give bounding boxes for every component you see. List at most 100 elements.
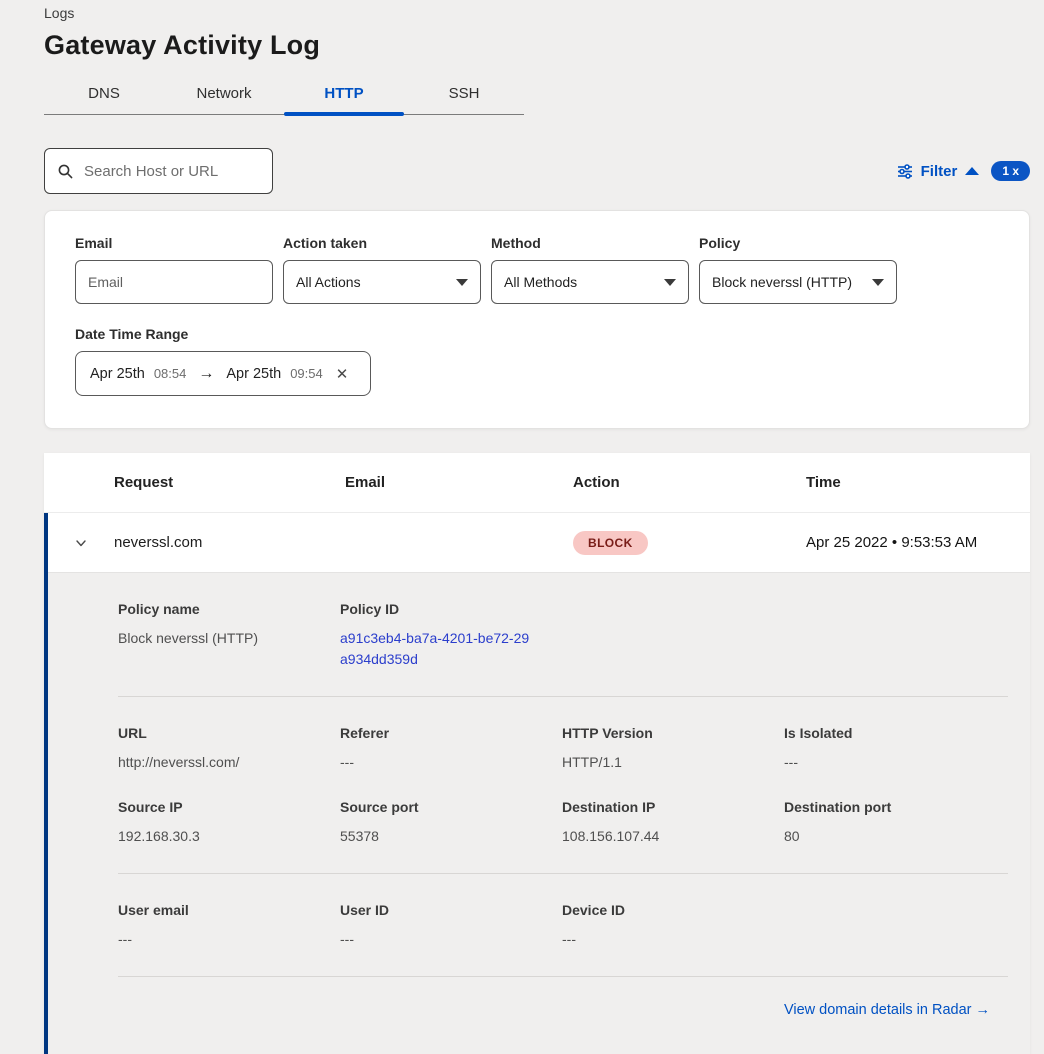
column-header-email: Email [345,474,573,491]
user-email-value: --- [118,929,340,950]
policy-name-value: Block neverssl (HTTP) [118,628,340,649]
policy-value: Block neverssl (HTTP) [712,274,852,290]
detail-policy-id: Policy ID a91c3eb4-ba7a-4201-be72-29a934… [340,601,562,670]
column-header-request: Request [114,474,345,491]
is-isolated-value: --- [784,752,1006,773]
breadcrumb[interactable]: Logs [44,4,1030,22]
user-email-label: User email [118,902,340,918]
start-time[interactable]: 08:54 [154,366,187,381]
view-domain-details-radar-link[interactable]: View domain details in Radar → [784,1002,990,1018]
action-taken-label: Action taken [283,235,481,251]
filter-field-policy: Policy Block neverssl (HTTP) [699,235,897,304]
search-input[interactable] [84,163,260,180]
chevron-down-icon [872,279,884,286]
policy-select[interactable]: Block neverssl (HTTP) [699,260,897,304]
destination-port-value: 80 [784,826,1006,847]
detail-destination-ip: Destination IP 108.156.107.44 [562,799,784,847]
detail-device-id: Device ID --- [562,902,784,950]
source-port-value: 55378 [340,826,562,847]
row-action-cell: BLOCK [573,531,806,555]
details-policy-section: Policy name Block neverssl (HTTP) Policy… [118,573,1008,696]
block-status-badge: BLOCK [573,531,648,555]
detail-is-isolated: Is Isolated --- [784,725,1006,773]
url-label: URL [118,725,340,741]
toolbar: Filter 1 x [44,148,1030,194]
source-ip-value: 192.168.30.3 [118,826,340,847]
page-title: Gateway Activity Log [44,30,1030,61]
start-date[interactable]: Apr 25th [90,366,145,382]
destination-ip-value: 108.156.107.44 [562,826,784,847]
action-taken-value: All Actions [296,274,361,290]
chevron-down-icon [456,279,468,286]
policy-name-label: Policy name [118,601,340,617]
action-taken-select[interactable]: All Actions [283,260,481,304]
detail-destination-port: Destination port 80 [784,799,1006,847]
is-isolated-label: Is Isolated [784,725,1006,741]
range-arrow-icon: → [198,365,214,383]
policy-id-link[interactable]: a91c3eb4-ba7a-4201-be72-29a934dd359d [340,628,532,670]
filter-row-2: Date Time Range Apr 25th 08:54 → Apr 25t… [75,326,999,396]
details-request-section: URL http://neverssl.com/ Referer --- HTT… [118,697,1008,873]
filter-label: Filter [921,163,958,180]
method-label: Method [491,235,689,251]
filter-sliders-icon [897,164,913,179]
user-id-value: --- [340,929,562,950]
url-value: http://neverssl.com/ [118,752,340,773]
method-select[interactable]: All Methods [491,260,689,304]
tab-ssh[interactable]: SSH [404,75,524,114]
referer-label: Referer [340,725,562,741]
collapse-caret-icon [965,167,979,175]
radar-link-row: View domain details in Radar → [118,977,1008,1054]
row-request-value[interactable]: neverssl.com [114,534,345,551]
log-entry-details: Policy name Block neverssl (HTTP) Policy… [48,573,1030,1054]
filter-toggle-button[interactable]: Filter 1 x [897,161,1030,181]
email-filter-input[interactable] [75,260,273,304]
detail-url: URL http://neverssl.com/ [118,725,340,773]
http-version-value: HTTP/1.1 [562,752,784,773]
end-time[interactable]: 09:54 [290,366,323,381]
table-header-row: Request Email Action Time [44,453,1030,513]
source-ip-label: Source IP [118,799,340,815]
filter-field-method: Method All Methods [491,235,689,304]
gateway-activity-log-page: Logs Gateway Activity Log DNS Network HT… [0,0,1044,1054]
filter-field-action-taken: Action taken All Actions [283,235,481,304]
expand-chevron-icon[interactable] [48,535,114,551]
email-filter-label: Email [75,235,273,251]
device-id-value: --- [562,929,784,950]
filter-count-badge[interactable]: 1 x [991,161,1030,181]
detail-source-port: Source port 55378 [340,799,562,847]
log-type-tabs: DNS Network HTTP SSH [44,75,524,115]
row-time-value: Apr 25 2022 • 9:53:53 AM [806,534,1030,551]
details-user-section: User email --- User ID --- Device ID --- [118,874,1008,976]
detail-http-version: HTTP Version HTTP/1.1 [562,725,784,773]
tab-network[interactable]: Network [164,75,284,114]
detail-policy-name: Policy name Block neverssl (HTTP) [118,601,340,670]
date-time-range-picker[interactable]: Apr 25th 08:54 → Apr 25th 09:54 ✕ [75,351,371,396]
user-id-label: User ID [340,902,562,918]
expanded-log-entry: neverssl.com BLOCK Apr 25 2022 • 9:53:53… [44,513,1030,1054]
search-icon [57,163,74,180]
column-header-time: Time [806,474,1030,491]
filter-panel: Email Action taken All Actions Method Al… [44,210,1030,429]
date-time-range-label: Date Time Range [75,326,999,342]
filter-field-email: Email [75,235,273,304]
destination-port-label: Destination port [784,799,1006,815]
referer-value: --- [340,752,562,773]
chevron-down-icon [664,279,676,286]
end-date[interactable]: Apr 25th [226,366,281,382]
tab-http[interactable]: HTTP [284,75,404,114]
table-row[interactable]: neverssl.com BLOCK Apr 25 2022 • 9:53:53… [48,513,1030,573]
column-header-action: Action [573,474,806,491]
device-id-label: Device ID [562,902,784,918]
activity-log-table: Request Email Action Time neverssl.com B… [44,453,1030,1054]
tab-dns[interactable]: DNS [44,75,164,114]
policy-label: Policy [699,235,897,251]
detail-user-email: User email --- [118,902,340,950]
policy-id-label: Policy ID [340,601,562,617]
search-box[interactable] [44,148,273,194]
clear-date-range-icon[interactable]: ✕ [336,365,349,383]
source-port-label: Source port [340,799,562,815]
method-value: All Methods [504,274,577,290]
http-version-label: HTTP Version [562,725,784,741]
detail-source-ip: Source IP 192.168.30.3 [118,799,340,847]
